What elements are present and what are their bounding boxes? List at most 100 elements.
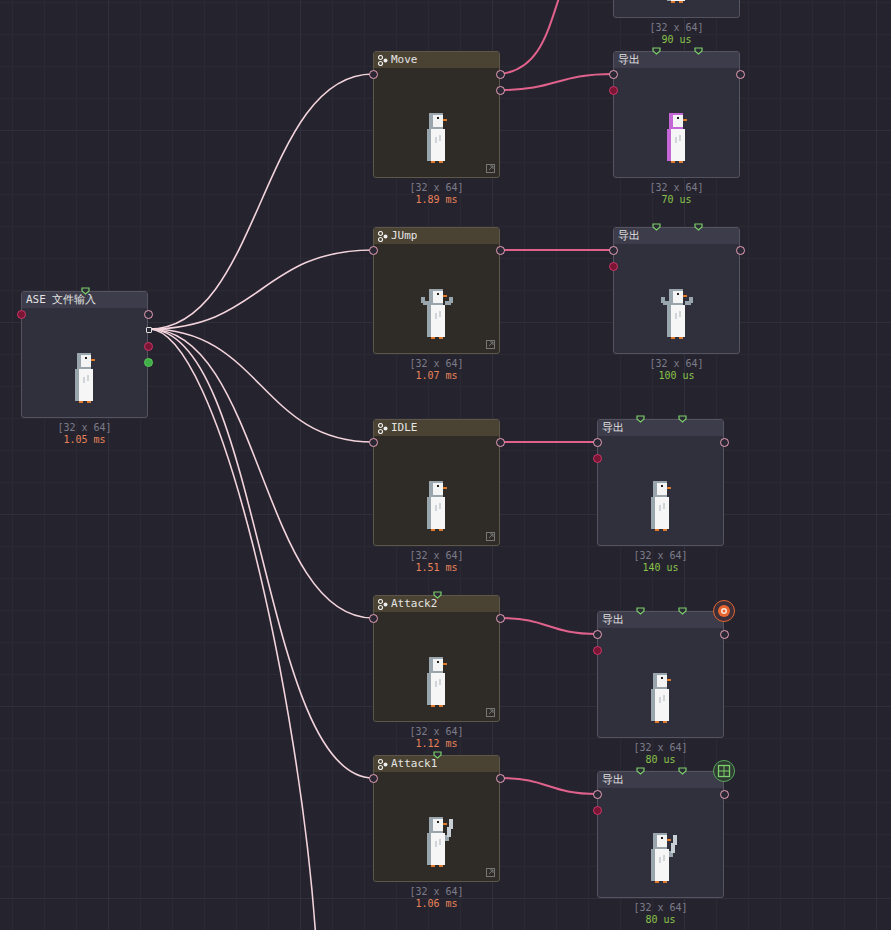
graph-node[interactable]: ASE 文件输入 [32 x 64] 1.05 ms xyxy=(21,291,148,446)
graph-node[interactable]: IDLE [32 x 64] 1.51 ms xyxy=(373,419,500,574)
graph-node[interactable]: 导出 [32 x 64] 80 us xyxy=(597,771,724,926)
graph-node[interactable]: 导出 [32 x 64] 140 us xyxy=(597,419,724,574)
node-size: [32 x 64] xyxy=(633,742,687,754)
node-box[interactable]: 导出 xyxy=(613,227,740,354)
node-box[interactable]: 导出 xyxy=(597,611,724,738)
graph-node[interactable]: Attack1 [32 x 64] 1.06 ms xyxy=(373,755,500,910)
open-external-icon[interactable] xyxy=(486,340,495,349)
input-port[interactable] xyxy=(593,438,602,447)
top-port-icon[interactable] xyxy=(433,591,442,599)
node-box[interactable]: Attack2 xyxy=(373,595,500,722)
node-canvas[interactable]: [32 x 64] 90 us Move [32 x 64] 1.89 ms 导… xyxy=(0,0,891,930)
output-port[interactable] xyxy=(496,246,505,255)
output-port[interactable] xyxy=(496,614,505,623)
top-port-icon[interactable] xyxy=(678,415,687,423)
node-header[interactable]: 导出 xyxy=(614,228,739,244)
node-box[interactable]: Move xyxy=(373,51,500,178)
node-box[interactable]: ASE 文件输入 xyxy=(21,291,148,418)
node-header[interactable]: JUmp xyxy=(374,228,499,244)
input-port[interactable] xyxy=(593,790,602,799)
output-wire xyxy=(500,618,597,634)
top-port-icon[interactable] xyxy=(652,47,661,55)
top-port-icon[interactable] xyxy=(636,607,645,615)
open-external-icon[interactable] xyxy=(486,708,495,717)
top-port-icon[interactable] xyxy=(433,751,442,759)
open-external-icon[interactable] xyxy=(486,164,495,173)
node-box[interactable]: IDLE xyxy=(373,419,500,546)
preview-badge[interactable] xyxy=(713,600,735,622)
node-box[interactable] xyxy=(613,0,740,18)
input-port[interactable] xyxy=(593,806,602,815)
input-port[interactable] xyxy=(609,70,618,79)
input-port[interactable] xyxy=(369,614,378,623)
input-port[interactable] xyxy=(609,246,618,255)
node-header[interactable]: Attack2 xyxy=(374,596,499,612)
graph-node[interactable]: 导出 [32 x 64] 100 us xyxy=(613,227,740,382)
node-box[interactable]: 导出 xyxy=(597,771,724,898)
node-header[interactable]: Attack1 xyxy=(374,756,499,772)
graph-node[interactable]: 导出 [32 x 64] 80 us xyxy=(597,611,724,766)
node-header[interactable]: IDLE xyxy=(374,420,499,436)
node-box[interactable]: 导出 xyxy=(597,419,724,546)
input-port[interactable] xyxy=(593,630,602,639)
node-header[interactable]: Move xyxy=(374,52,499,68)
node-size: [32 x 64] xyxy=(57,422,111,434)
input-port[interactable] xyxy=(609,86,618,95)
graph-node[interactable]: 导出 [32 x 64] 70 us xyxy=(613,51,740,206)
graph-node[interactable]: Move [32 x 64] 1.89 ms xyxy=(373,51,500,206)
node-time: 100 us xyxy=(658,370,694,382)
top-port-icon[interactable] xyxy=(678,767,687,775)
top-port-icon[interactable] xyxy=(81,287,90,295)
output-port[interactable] xyxy=(144,358,153,367)
node-header[interactable]: 导出 xyxy=(598,420,723,436)
output-port[interactable] xyxy=(720,790,729,799)
output-port[interactable] xyxy=(720,630,729,639)
node-time: 80 us xyxy=(645,754,675,766)
node-box[interactable]: Attack1 xyxy=(373,755,500,882)
output-port[interactable] xyxy=(496,438,505,447)
graph-node[interactable]: JUmp [32 x 64] 1.07 ms xyxy=(373,227,500,382)
graph-node[interactable]: [32 x 64] 90 us xyxy=(613,0,740,46)
node-header[interactable]: 导出 xyxy=(598,612,723,628)
input-port[interactable] xyxy=(369,246,378,255)
input-port[interactable] xyxy=(369,70,378,79)
output-port[interactable] xyxy=(736,70,745,79)
input-wire xyxy=(149,329,373,618)
input-wire xyxy=(149,74,373,329)
node-box[interactable]: 导出 xyxy=(613,51,740,178)
output-port[interactable] xyxy=(496,774,505,783)
penguin-icon xyxy=(645,475,677,539)
top-port-icon[interactable] xyxy=(636,415,645,423)
node-time: 140 us xyxy=(642,562,678,574)
output-port[interactable] xyxy=(144,342,153,351)
top-port-icon[interactable] xyxy=(694,223,703,231)
input-port[interactable] xyxy=(593,454,602,463)
open-external-icon[interactable] xyxy=(486,868,495,877)
output-port[interactable] xyxy=(720,438,729,447)
top-port-icon[interactable] xyxy=(636,767,645,775)
input-port[interactable] xyxy=(369,438,378,447)
node-header[interactable]: 导出 xyxy=(598,772,723,788)
top-port-icon[interactable] xyxy=(678,607,687,615)
top-port-icon[interactable] xyxy=(694,47,703,55)
node-title: 导出 xyxy=(602,772,624,788)
node-size: [32 x 64] xyxy=(649,22,703,34)
node-time: 1.89 ms xyxy=(415,194,457,206)
open-external-icon[interactable] xyxy=(486,532,495,541)
node-caption: [32 x 64] 1.51 ms xyxy=(373,546,500,574)
input-port[interactable] xyxy=(609,262,618,271)
output-badge[interactable] xyxy=(713,760,735,782)
input-port[interactable] xyxy=(369,774,378,783)
node-box[interactable]: JUmp xyxy=(373,227,500,354)
node-header[interactable]: 导出 xyxy=(614,52,739,68)
input-port[interactable] xyxy=(17,310,26,319)
output-port[interactable] xyxy=(496,86,505,95)
node-header[interactable]: ASE 文件输入 xyxy=(22,292,147,308)
top-port-icon[interactable] xyxy=(652,223,661,231)
output-port[interactable] xyxy=(146,327,152,333)
input-port[interactable] xyxy=(593,646,602,655)
graph-node[interactable]: Attack2 [32 x 64] 1.12 ms xyxy=(373,595,500,750)
output-port[interactable] xyxy=(736,246,745,255)
output-port[interactable] xyxy=(144,310,153,319)
output-port[interactable] xyxy=(496,70,505,79)
